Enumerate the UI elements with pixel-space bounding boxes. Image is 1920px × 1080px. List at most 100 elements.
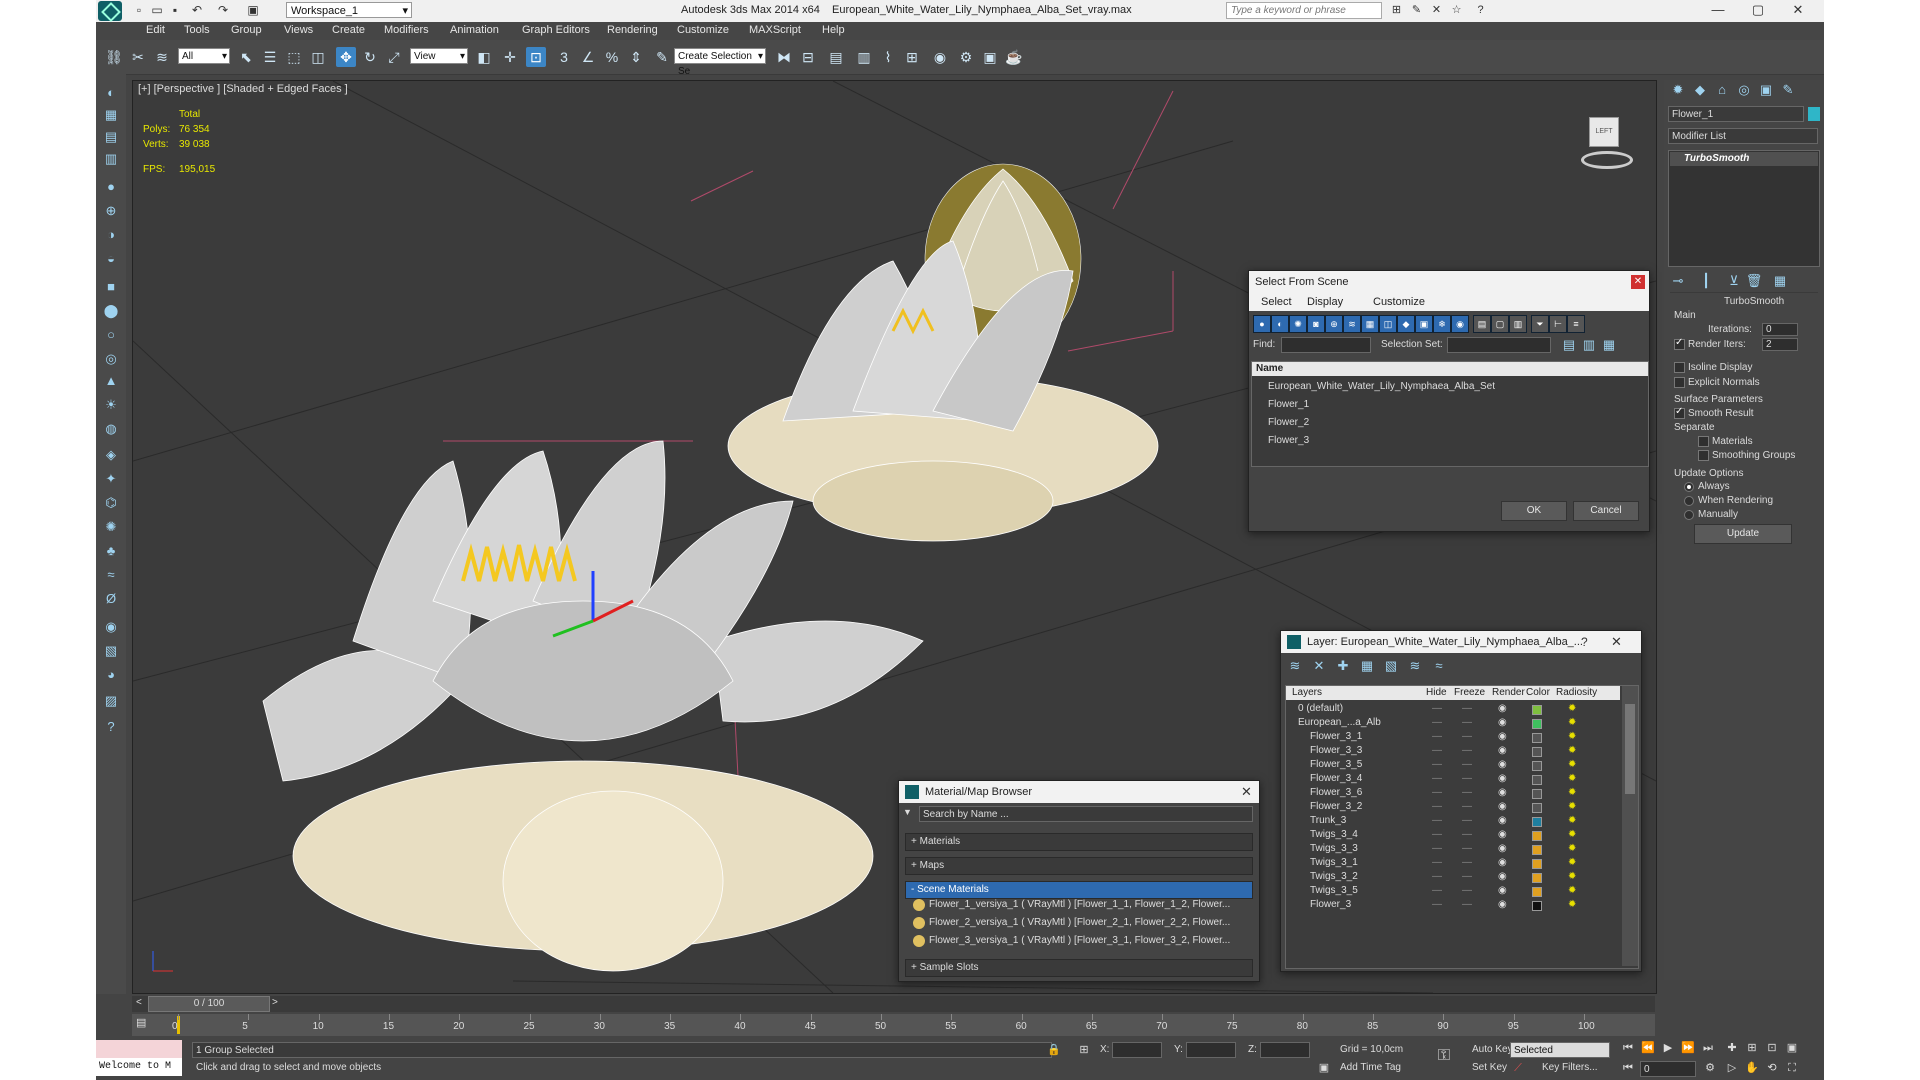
list-item[interactable]: Flower_3 xyxy=(1254,434,1632,448)
menu-graph-editors[interactable]: Graph Editors xyxy=(522,24,590,36)
filter-groups-icon[interactable]: ▦ xyxy=(1361,315,1379,333)
freeze-toggle[interactable]: — xyxy=(1462,702,1472,716)
render-teapot-icon[interactable]: ◉ xyxy=(1498,842,1507,856)
isoline-checkbox[interactable] xyxy=(1674,362,1685,373)
unlink-icon[interactable]: ✂ xyxy=(128,47,148,67)
modifier-list-dropdown[interactable]: Modifier List xyxy=(1668,128,1818,144)
layer-manager-icon[interactable]: ▤ xyxy=(826,47,846,67)
create-tab-icon[interactable]: ✹ xyxy=(1668,81,1688,99)
close-icon[interactable]: ✕ xyxy=(1778,0,1818,20)
key-filter-icon[interactable]: ⟋ xyxy=(1510,1060,1526,1076)
time-slider-next-icon[interactable]: > xyxy=(272,997,278,1008)
hide-toggle[interactable]: — xyxy=(1432,884,1442,898)
redo-icon[interactable]: ↷ xyxy=(216,3,230,17)
motion-tab-icon[interactable]: ◎ xyxy=(1734,81,1754,99)
object-name-field[interactable]: Flower_1 xyxy=(1668,106,1804,122)
menu-views[interactable]: Views xyxy=(284,24,313,36)
filter-geometry-icon[interactable]: ● xyxy=(1253,315,1271,333)
helper-icon[interactable]: ⊕ xyxy=(101,202,121,220)
table-row[interactable]: Twigs_3_5 — — ◉ ✹ xyxy=(1286,884,1620,898)
fx-icon[interactable]: ✺ xyxy=(101,518,121,536)
highlight-layer-icon[interactable]: ▧ xyxy=(1381,657,1401,675)
hide-toggle[interactable]: — xyxy=(1432,828,1442,842)
layer-name[interactable]: Twigs_3_4 xyxy=(1310,828,1358,842)
stack-item-turbosmooth[interactable]: TurboSmooth xyxy=(1670,152,1818,166)
when-rendering-radio[interactable] xyxy=(1684,496,1694,506)
select-dialog-close-icon[interactable]: ✕ xyxy=(1631,275,1645,289)
materials-checkbox[interactable] xyxy=(1698,436,1709,447)
freeze-toggle[interactable]: — xyxy=(1462,744,1472,758)
filter-containers-icon[interactable]: ▣ xyxy=(1415,315,1433,333)
freeze-toggle[interactable]: — xyxy=(1462,758,1472,772)
freeform-icon[interactable]: ▤ xyxy=(101,128,121,146)
fov-icon[interactable]: ▷ xyxy=(1724,1060,1740,1076)
col-render[interactable]: Render xyxy=(1492,686,1525,700)
layer-name[interactable]: Flower_3_2 xyxy=(1310,800,1362,814)
hide-toggle[interactable]: — xyxy=(1432,800,1442,814)
project-folder-icon[interactable]: ▣ xyxy=(246,3,260,17)
render-teapot-icon[interactable]: ◉ xyxy=(1498,716,1507,730)
hide-toggle[interactable]: — xyxy=(1432,842,1442,856)
hierarchy-icon[interactable]: ⊢ xyxy=(1549,315,1567,333)
render-iters-spinner[interactable]: 2 xyxy=(1762,338,1798,351)
layer-scrollbar-thumb[interactable] xyxy=(1625,704,1635,794)
radiosity-icon[interactable]: ✹ xyxy=(1568,814,1576,828)
torus-icon[interactable]: ◎ xyxy=(101,350,121,368)
select-in-layer-icon[interactable]: ▦ xyxy=(1357,657,1377,675)
layer-color-swatch[interactable] xyxy=(1532,831,1542,841)
lock-selection-icon[interactable]: 🔒 xyxy=(1046,1042,1062,1058)
zoom-icon[interactable]: ✚ xyxy=(1724,1040,1740,1056)
filter-helpers-icon[interactable]: ⊕ xyxy=(1325,315,1343,333)
smooth-result-checkbox[interactable] xyxy=(1674,406,1685,419)
select-menu-select[interactable]: Select xyxy=(1261,296,1292,308)
maximize-icon[interactable]: ▢ xyxy=(1738,0,1778,20)
freeze-toggle[interactable]: — xyxy=(1462,884,1472,898)
layer-color-swatch[interactable] xyxy=(1532,747,1542,757)
render-teapot-icon[interactable]: ◉ xyxy=(1498,898,1507,912)
radiosity-icon[interactable]: ✹ xyxy=(1568,702,1576,716)
hide-toggle[interactable]: — xyxy=(1432,856,1442,870)
radiosity-icon[interactable]: ✹ xyxy=(1568,856,1576,870)
radiosity-icon[interactable]: ✹ xyxy=(1568,828,1576,842)
modify-tab-icon[interactable]: ◆ xyxy=(1690,81,1710,99)
set-key-button[interactable]: Set Key xyxy=(1472,1062,1507,1073)
select-object-icon[interactable]: ⬉ xyxy=(236,47,256,67)
filter-frozen-icon[interactable]: ❄ xyxy=(1433,315,1451,333)
walkthrough-icon[interactable]: ⛶ xyxy=(1784,1060,1800,1076)
cancel-button[interactable]: Cancel xyxy=(1573,501,1639,521)
menu-tools[interactable]: Tools xyxy=(184,24,210,36)
menu-modifiers[interactable]: Modifiers xyxy=(384,24,429,36)
named-selection-dropdown[interactable]: Create Selection Se xyxy=(674,48,766,77)
keyboard-override-icon[interactable]: ⊡ xyxy=(526,47,546,67)
viewcube[interactable]: LEFT xyxy=(1573,111,1633,169)
compound-icon[interactable]: ⌬ xyxy=(101,494,121,512)
table-row[interactable]: Flower_3_5 — — ◉ ✹ xyxy=(1286,758,1620,772)
box-icon[interactable]: ■ xyxy=(101,278,121,296)
layer-name[interactable]: Twigs_3_5 xyxy=(1310,884,1358,898)
maps-section[interactable]: + Maps xyxy=(905,857,1253,875)
undo-icon[interactable]: ↶ xyxy=(190,3,204,17)
material-sphere-icon[interactable]: ◉ xyxy=(101,618,121,636)
render-teapot-icon[interactable]: ◉ xyxy=(1498,758,1507,772)
set-key-mode-icon[interactable]: ⚿ xyxy=(1436,1048,1452,1064)
layer-color-swatch[interactable] xyxy=(1532,775,1542,785)
menu-animation[interactable]: Animation xyxy=(450,24,499,36)
geosphere-icon[interactable]: ◈ xyxy=(101,446,121,464)
table-row[interactable]: 0 (default) — — ◉ ✹ xyxy=(1286,702,1620,716)
hide-toggle[interactable]: — xyxy=(1432,786,1442,800)
table-row[interactable]: Twigs_3_4 — — ◉ ✹ xyxy=(1286,828,1620,842)
help-icon[interactable]: ? xyxy=(1473,3,1488,18)
radiosity-icon[interactable]: ✹ xyxy=(1568,730,1576,744)
table-row[interactable]: Flower_3_6 — — ◉ ✹ xyxy=(1286,786,1620,800)
find-input[interactable] xyxy=(1281,337,1371,353)
info-icon[interactable]: ? xyxy=(101,718,121,736)
list-item[interactable]: Flower_2 xyxy=(1254,416,1632,430)
hide-toggle[interactable]: — xyxy=(1432,730,1442,744)
exchange-icon[interactable]: ✕ xyxy=(1429,3,1444,18)
minimize-icon[interactable]: — xyxy=(1698,0,1738,20)
pan-icon[interactable]: ✋ xyxy=(1744,1060,1760,1076)
table-row[interactable]: Twigs_3_3 — — ◉ ✹ xyxy=(1286,842,1620,856)
render-setup-icon[interactable]: ⚙ xyxy=(956,47,976,67)
table-row[interactable]: Twigs_3_2 — — ◉ ✹ xyxy=(1286,870,1620,884)
viewcube-face[interactable]: LEFT xyxy=(1589,117,1619,147)
